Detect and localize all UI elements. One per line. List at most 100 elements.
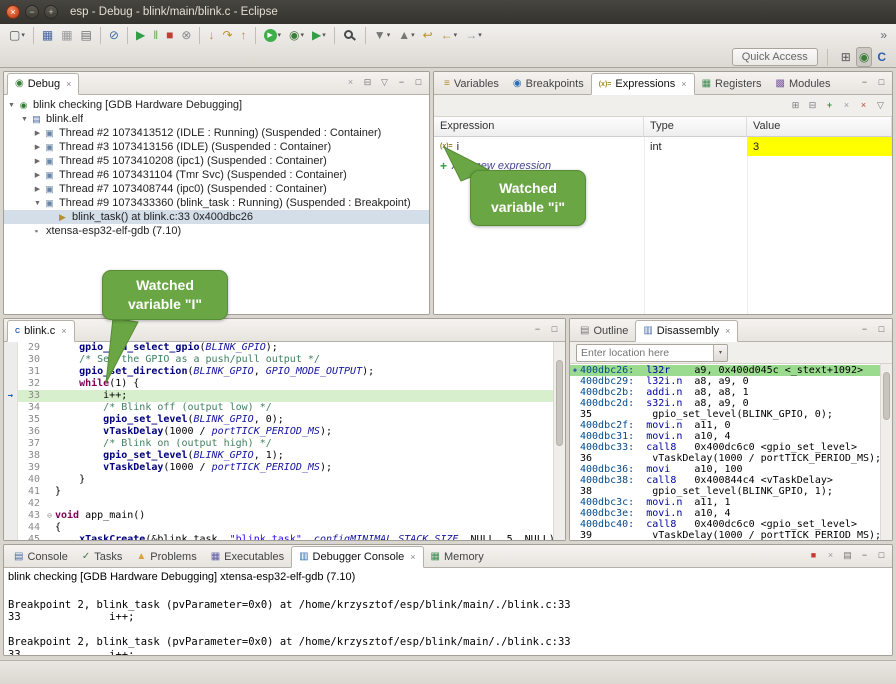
debug-tree-item[interactable]: ▶▣Thread #2 1073413512 (IDLE : Running) … bbox=[4, 126, 429, 140]
open-perspective-icon[interactable]: ⊞ bbox=[838, 47, 854, 67]
skip-all-breakpoints-icon[interactable]: ⊘ bbox=[106, 25, 122, 45]
disassembly-line[interactable]: 400dbc31: movi.n a10, 4 bbox=[570, 431, 880, 442]
debug-tree-item[interactable]: ▶▣Thread #6 1073431104 (Tmr Svc) (Suspen… bbox=[4, 168, 429, 182]
location-input[interactable] bbox=[577, 347, 713, 359]
close-icon[interactable]: × bbox=[66, 79, 71, 89]
disassembly-line[interactable]: 400dbc2f: movi.n a11, 0 bbox=[570, 420, 880, 431]
debug-tree-item[interactable]: ▪xtensa-esp32-elf-gdb (7.10) bbox=[4, 224, 429, 238]
debug-tree-item[interactable]: ▶blink_task() at blink.c:33 0x400dbc26 bbox=[4, 210, 429, 224]
tab-modules[interactable]: ▩Modules bbox=[768, 74, 837, 94]
expand-arrow-icon[interactable]: ▶ bbox=[32, 185, 43, 193]
tab-registers[interactable]: ▦Registers bbox=[695, 74, 769, 94]
disassembly-line[interactable]: 38 gpio_set_level(BLINK_GPIO, 1); bbox=[570, 486, 880, 497]
previous-annotation-icon[interactable]: ▲▾ bbox=[395, 25, 417, 45]
toolbar-overflow-icon[interactable]: » bbox=[877, 25, 890, 45]
editor-line[interactable]: 37 /* Blink on (output high) */ bbox=[4, 438, 553, 450]
expand-arrow-icon[interactable]: ▶ bbox=[32, 143, 43, 151]
view-menu-icon[interactable]: ▽ bbox=[873, 98, 888, 113]
terminate-icon[interactable]: ■ bbox=[163, 25, 176, 45]
editor-line[interactable]: 32 while(1) { bbox=[4, 378, 553, 390]
editor-line[interactable]: 45 xTaskCreate(&blink_task, "blink_task"… bbox=[4, 534, 553, 540]
maximize-view-icon[interactable]: □ bbox=[411, 75, 426, 90]
show-type-names-icon[interactable]: ⊞ bbox=[788, 98, 803, 113]
debug-tree-item[interactable]: ▶▣Thread #3 1073413156 (IDLE) (Suspended… bbox=[4, 140, 429, 154]
debug-tree-item[interactable]: ▼▣Thread #9 1073433360 (blink_task : Run… bbox=[4, 196, 429, 210]
close-icon[interactable]: × bbox=[725, 326, 730, 336]
next-annotation-icon[interactable]: ▼▾ bbox=[371, 25, 393, 45]
editor-line[interactable]: 35 gpio_set_level(BLINK_GPIO, 0); bbox=[4, 414, 553, 426]
close-icon[interactable]: × bbox=[681, 79, 686, 89]
tab-console[interactable]: ▤Console bbox=[7, 547, 75, 567]
window-maximize-button[interactable]: + bbox=[44, 5, 58, 19]
search-icon[interactable] bbox=[340, 25, 360, 45]
last-edit-location-icon[interactable]: ↩ bbox=[420, 25, 436, 45]
forward-icon[interactable]: →▾ bbox=[462, 25, 485, 45]
remove-all-expressions-icon[interactable]: × bbox=[856, 98, 871, 113]
editor-line[interactable]: 31 gpio_set_direction(BLINK_GPIO, GPIO_M… bbox=[4, 366, 553, 378]
editor-line[interactable]: 42 bbox=[4, 498, 553, 510]
quick-access-button[interactable]: Quick Access bbox=[732, 48, 818, 66]
external-tools-icon[interactable]: ▶▾ bbox=[309, 25, 329, 45]
tab-debugger-console[interactable]: ▥Debugger Console× bbox=[291, 546, 423, 568]
tab-executables[interactable]: ▦Executables bbox=[204, 547, 291, 567]
collapse-arrow-icon[interactable]: ▼ bbox=[6, 102, 17, 109]
back-icon[interactable]: ←▾ bbox=[438, 25, 461, 45]
clear-console-icon[interactable]: ▤ bbox=[840, 548, 855, 563]
suspend-icon[interactable]: ‖ bbox=[150, 25, 161, 45]
new-wizard-icon[interactable]: ▢▾ bbox=[6, 25, 28, 45]
debug-tree-item[interactable]: ▼▤blink.elf bbox=[4, 112, 429, 126]
disassembly-line[interactable]: ◆400dbc26: l32r a9, 0x400d045c <_stext+1… bbox=[570, 365, 880, 376]
scrollbar-thumb[interactable] bbox=[556, 360, 563, 446]
tab-tasks[interactable]: ✓Tasks bbox=[75, 547, 130, 567]
disassembly-line[interactable]: 400dbc3c: movi.n a11, 1 bbox=[570, 497, 880, 508]
tab-debug[interactable]: ◉Debug× bbox=[7, 73, 79, 95]
step-return-icon[interactable]: ↑ bbox=[238, 25, 250, 45]
editor-line[interactable]: 30 /* Set the GPIO as a push/pull output… bbox=[4, 354, 553, 366]
editor-line[interactable]: 38 gpio_set_level(BLINK_GPIO, 1); bbox=[4, 450, 553, 462]
editor-line[interactable]: 29 gpio_pad_select_gpio(BLINK_GPIO); bbox=[4, 342, 553, 354]
disassembly-line[interactable]: 400dbc29: l32i.n a8, a9, 0 bbox=[570, 376, 880, 387]
disassembly-line[interactable]: 36 vTaskDelay(1000 / portTICK_PERIOD_MS)… bbox=[570, 453, 880, 464]
debug-tree-item[interactable]: ▶▣Thread #7 1073408744 (ipc0) (Suspended… bbox=[4, 182, 429, 196]
window-close-button[interactable]: × bbox=[6, 5, 20, 19]
editor-line[interactable]: 40 } bbox=[4, 474, 553, 486]
tab-blink-c[interactable]: Cblink.c× bbox=[7, 320, 75, 342]
expression-value[interactable]: 3 bbox=[747, 137, 892, 156]
column-header-expression[interactable]: Expression bbox=[434, 117, 644, 136]
c-cpp-perspective-button[interactable]: C bbox=[874, 47, 889, 67]
terminate-icon[interactable]: ■ bbox=[806, 548, 821, 563]
tab-memory[interactable]: ▦Memory bbox=[424, 547, 491, 567]
expand-arrow-icon[interactable]: ▶ bbox=[32, 129, 43, 137]
location-combo[interactable]: ▾ bbox=[576, 344, 728, 362]
disassembly-line[interactable]: 400dbc3e: movi.n a10, 4 bbox=[570, 508, 880, 519]
save-all-icon[interactable]: ▦ bbox=[58, 25, 75, 45]
resume-icon[interactable]: ▶ bbox=[133, 25, 148, 45]
print-icon[interactable]: ▤ bbox=[78, 25, 95, 45]
view-menu-icon[interactable]: ▽ bbox=[377, 75, 392, 90]
minimize-view-icon[interactable]: − bbox=[857, 548, 872, 563]
expand-arrow-icon[interactable]: ▶ bbox=[32, 171, 43, 179]
collapse-arrow-icon[interactable]: ▼ bbox=[32, 200, 43, 207]
fold-marker-icon[interactable]: ⊖ bbox=[44, 510, 55, 522]
collapse-all-icon[interactable]: ⊟ bbox=[805, 98, 820, 113]
remove-launch-icon[interactable]: × bbox=[823, 548, 838, 563]
save-icon[interactable]: ▦ bbox=[39, 25, 56, 45]
collapse-arrow-icon[interactable]: ▼ bbox=[19, 116, 30, 123]
disassembly-scrollbar[interactable] bbox=[880, 364, 892, 540]
disassembly-line[interactable]: 35 gpio_set_level(BLINK_GPIO, 0); bbox=[570, 409, 880, 420]
tab-problems[interactable]: ▲Problems bbox=[129, 547, 203, 567]
editor-line[interactable]: →33 i++; bbox=[4, 390, 553, 402]
window-minimize-button[interactable]: − bbox=[25, 5, 39, 19]
editor-line[interactable]: 36 vTaskDelay(1000 / portTICK_PERIOD_MS)… bbox=[4, 426, 553, 438]
maximize-view-icon[interactable]: □ bbox=[547, 322, 562, 337]
minimize-view-icon[interactable]: − bbox=[857, 322, 872, 337]
disassembly-line[interactable]: 400dbc2d: s32i.n a8, a9, 0 bbox=[570, 398, 880, 409]
tab-expressions[interactable]: (x)=Expressions× bbox=[591, 73, 695, 95]
close-icon[interactable]: × bbox=[61, 326, 66, 336]
editor-line[interactable]: 34 /* Blink off (output low) */ bbox=[4, 402, 553, 414]
maximize-view-icon[interactable]: □ bbox=[874, 75, 889, 90]
editor-line[interactable]: 41} bbox=[4, 486, 553, 498]
tab-breakpoints[interactable]: ◉Breakpoints bbox=[506, 74, 591, 94]
close-icon[interactable]: × bbox=[410, 552, 415, 562]
debug-icon[interactable]: ◉▾ bbox=[286, 25, 307, 45]
